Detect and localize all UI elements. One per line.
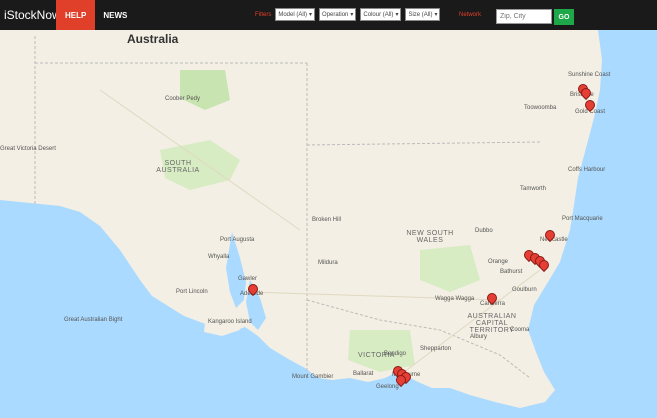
city-sunshine-coast: Sunshine Coast <box>568 72 611 78</box>
city-toowoomba: Toowoomba <box>524 105 557 111</box>
app-logo[interactable]: iStockNow <box>0 8 61 22</box>
city-wagga-wagga: Wagga Wagga <box>435 296 475 302</box>
city-ballarat: Ballarat <box>353 371 374 377</box>
map-canvas[interactable]: Australia SOUTH AUSTRALIA NEW SOUTH WALE… <box>0 30 657 413</box>
city-cooma: Cooma <box>510 327 530 333</box>
city-whyalla: Whyalla <box>208 254 230 260</box>
go-button[interactable]: GO <box>554 9 574 25</box>
state-label-south-australia: SOUTH AUSTRALIA <box>156 160 200 174</box>
state-label-new-south-wales: NEW SOUTH WALES <box>406 230 454 244</box>
label-great-australian-bight: Great Australian Bight <box>64 317 123 323</box>
city-geelong: Geelong <box>376 384 399 390</box>
filters-label: Filters <box>255 11 272 18</box>
colour-filter-select[interactable]: Colour (All) <box>360 8 402 21</box>
help-button[interactable]: HELP <box>56 0 96 30</box>
city-mount-gambier: Mount Gambier <box>292 374 334 380</box>
city-bathurst: Bathurst <box>500 269 523 275</box>
filter-bar: Filters Model (All) Operation Colour (Al… <box>255 8 441 21</box>
model-filter-select[interactable]: Model (All) <box>275 8 316 21</box>
city-goulburn: Goulburn <box>512 287 537 293</box>
news-link[interactable]: NEWS <box>95 11 135 20</box>
city-coffs-harbour: Coffs Harbour <box>568 167 606 173</box>
city-port-macquarie: Port Macquarie <box>562 216 603 222</box>
operation-filter-select[interactable]: Operation <box>319 8 357 21</box>
city-gawler: Gawler <box>238 276 258 282</box>
city-mildura: Mildura <box>318 260 338 266</box>
city-kangaroo-island: Kangaroo Island <box>208 319 252 325</box>
city-bendigo: Bendigo <box>384 351 407 357</box>
city-albury: Albury <box>470 334 488 340</box>
city-coober-pedy: Coober Pedy <box>165 96 201 102</box>
city-shepparton: Shepparton <box>420 346 452 352</box>
city-orange: Orange <box>488 259 509 265</box>
label-great-victoria-desert: Great Victoria Desert <box>0 146 56 152</box>
city-tamworth: Tamworth <box>520 186 547 192</box>
city-port-augusta: Port Augusta <box>220 237 255 243</box>
city-dubbo: Dubbo <box>475 228 493 234</box>
network-label: Network <box>459 12 482 18</box>
country-label: Australia <box>127 32 179 46</box>
city-port-lincoln: Port Lincoln <box>176 289 208 295</box>
size-filter-select[interactable]: Size (All) <box>405 8 441 21</box>
city-broken-hill: Broken Hill <box>312 217 342 223</box>
zip-city-search-input[interactable] <box>496 9 552 24</box>
